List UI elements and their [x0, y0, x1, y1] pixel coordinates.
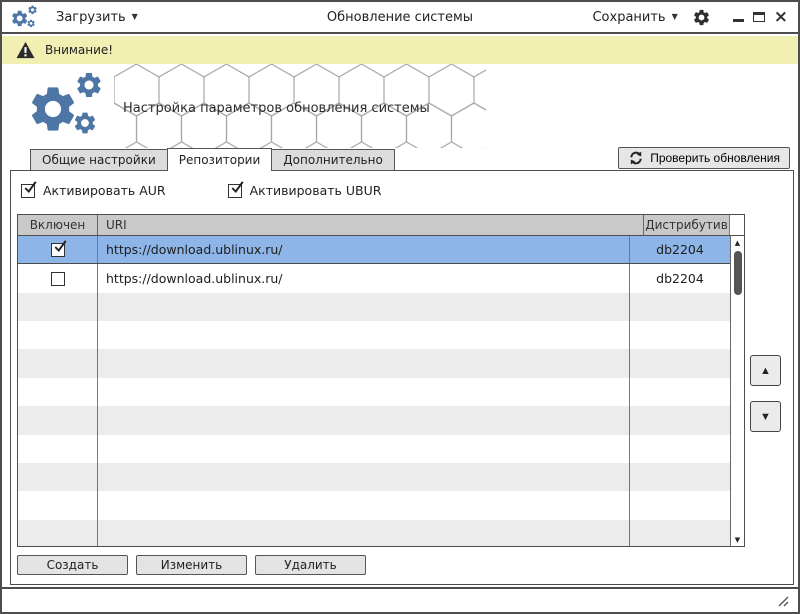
delete-button[interactable]: Удалить: [255, 555, 366, 575]
row-distro-cell[interactable]: db2204: [630, 264, 730, 292]
row-uri-cell[interactable]: https://download.ublinux.ru/: [98, 236, 630, 264]
move-down-button[interactable]: ▼: [750, 401, 781, 432]
refresh-icon: [628, 150, 644, 166]
vertical-scrollbar[interactable]: ▲ ▼: [730, 236, 744, 546]
empty-table-row[interactable]: [18, 434, 730, 463]
row-uri-cell[interactable]: [98, 292, 630, 322]
row-distro-cell[interactable]: [630, 463, 730, 491]
hero-heading: Настройка параметров обновления системы: [123, 101, 430, 116]
app-gears-icon: [10, 4, 40, 30]
checkbox-icon[interactable]: [227, 184, 242, 198]
tab-repositories[interactable]: Репозитории: [166, 148, 273, 171]
scroll-down-icon[interactable]: ▼: [735, 533, 740, 546]
tab-general-settings[interactable]: Общие настройки: [30, 149, 168, 171]
aur-checkbox-label: Активировать AUR: [43, 183, 166, 198]
save-menu-button[interactable]: Сохранить ▼: [592, 10, 677, 25]
hero-gears-icon: [26, 70, 110, 140]
hero-header: Настройка параметров обновления системы: [2, 64, 798, 148]
row-distro-cell[interactable]: [630, 378, 730, 406]
maximize-button[interactable]: [752, 12, 765, 22]
chevron-down-icon: ▼: [131, 12, 138, 21]
load-menu-button[interactable]: Загрузить ▼: [56, 10, 138, 25]
table-actions: Создать Изменить Удалить: [17, 555, 366, 575]
arrow-up-icon: ▲: [760, 364, 771, 377]
move-up-button[interactable]: ▲: [750, 355, 781, 386]
row-uri-cell[interactable]: [98, 321, 630, 350]
create-button[interactable]: Создать: [17, 555, 128, 575]
tab-bar: Общие настройки Репозитории Дополнительн…: [30, 148, 395, 171]
titlebar: Загрузить ▼ Обновление системы Сохранить…: [2, 2, 798, 34]
row-uri-cell[interactable]: [98, 406, 630, 435]
row-uri-cell[interactable]: [98, 519, 630, 546]
header-spacer: [730, 215, 744, 235]
row-distro-cell[interactable]: [630, 349, 730, 377]
repositories-table: Включен URI Дистрибутив https://download…: [17, 214, 745, 547]
scroll-up-icon[interactable]: ▲: [735, 236, 740, 249]
warning-banner: Внимание!: [2, 36, 798, 64]
arrow-down-icon: ▼: [760, 410, 771, 423]
repositories-panel: Активировать AUR Активировать UBUR Включ…: [10, 170, 794, 585]
warning-triangle-icon: [15, 41, 36, 59]
empty-table-row[interactable]: [18, 491, 730, 520]
table-header: Включен URI Дистрибутив: [18, 215, 744, 236]
settings-gear-icon[interactable]: [692, 8, 711, 27]
row-uri-cell[interactable]: https://download.ublinux.ru/: [98, 264, 630, 293]
table-row[interactable]: https://download.ublinux.ru/ db2204: [18, 264, 730, 293]
warning-text: Внимание!: [45, 43, 114, 57]
tab-additional[interactable]: Дополнительно: [271, 149, 395, 171]
column-header-enabled[interactable]: Включен: [18, 215, 98, 235]
empty-table-row[interactable]: [18, 292, 730, 322]
ubur-checkbox[interactable]: Активировать UBUR: [227, 183, 382, 198]
save-menu-label: Сохранить: [592, 9, 666, 25]
check-updates-button[interactable]: Проверить обновления: [618, 147, 790, 169]
empty-table-row[interactable]: [18, 519, 730, 546]
row-uri-cell[interactable]: [98, 349, 630, 378]
empty-table-row[interactable]: [18, 349, 730, 378]
ubur-checkbox-label: Активировать UBUR: [249, 183, 382, 198]
resize-grip-icon[interactable]: [775, 595, 790, 607]
row-distro-cell[interactable]: [630, 293, 730, 321]
row-distro-cell[interactable]: [630, 491, 730, 519]
load-menu-label: Загрузить: [56, 9, 126, 25]
check-updates-label: Проверить обновления: [650, 151, 780, 165]
row-distro-cell[interactable]: db2204: [630, 236, 730, 263]
row-uri-cell[interactable]: [98, 434, 630, 463]
row-distro-cell[interactable]: [630, 520, 730, 546]
minimize-button[interactable]: [732, 18, 744, 22]
row-checkbox-icon[interactable]: [50, 243, 65, 257]
table-body: https://download.ublinux.ru/ db2204 http…: [18, 236, 730, 546]
app-window: Загрузить ▼ Обновление системы Сохранить…: [0, 0, 800, 614]
table-row[interactable]: https://download.ublinux.ru/ db2204: [18, 236, 730, 265]
empty-table-row[interactable]: [18, 321, 730, 350]
chevron-down-icon: ▼: [671, 12, 678, 21]
empty-table-row[interactable]: [18, 377, 730, 407]
status-bar: [2, 587, 798, 612]
edit-button[interactable]: Изменить: [136, 555, 247, 575]
column-header-distro[interactable]: Дистрибутив: [644, 215, 730, 235]
activation-checkboxes: Активировать AUR Активировать UBUR: [21, 183, 381, 198]
aur-checkbox[interactable]: Активировать AUR: [21, 183, 166, 198]
row-uri-cell[interactable]: [98, 491, 630, 520]
column-header-uri[interactable]: URI: [98, 215, 644, 235]
row-checkbox-icon[interactable]: [50, 271, 65, 286]
empty-table-row[interactable]: [18, 406, 730, 435]
row-distro-cell[interactable]: [630, 321, 730, 349]
row-uri-cell[interactable]: [98, 462, 630, 492]
scrollbar-thumb[interactable]: [733, 251, 742, 295]
row-distro-cell[interactable]: [630, 406, 730, 434]
close-button[interactable]: ×: [774, 9, 788, 26]
row-distro-cell[interactable]: [630, 435, 730, 463]
checkbox-icon[interactable]: [21, 184, 35, 198]
row-uri-cell[interactable]: [98, 377, 630, 407]
empty-table-row[interactable]: [18, 462, 730, 492]
